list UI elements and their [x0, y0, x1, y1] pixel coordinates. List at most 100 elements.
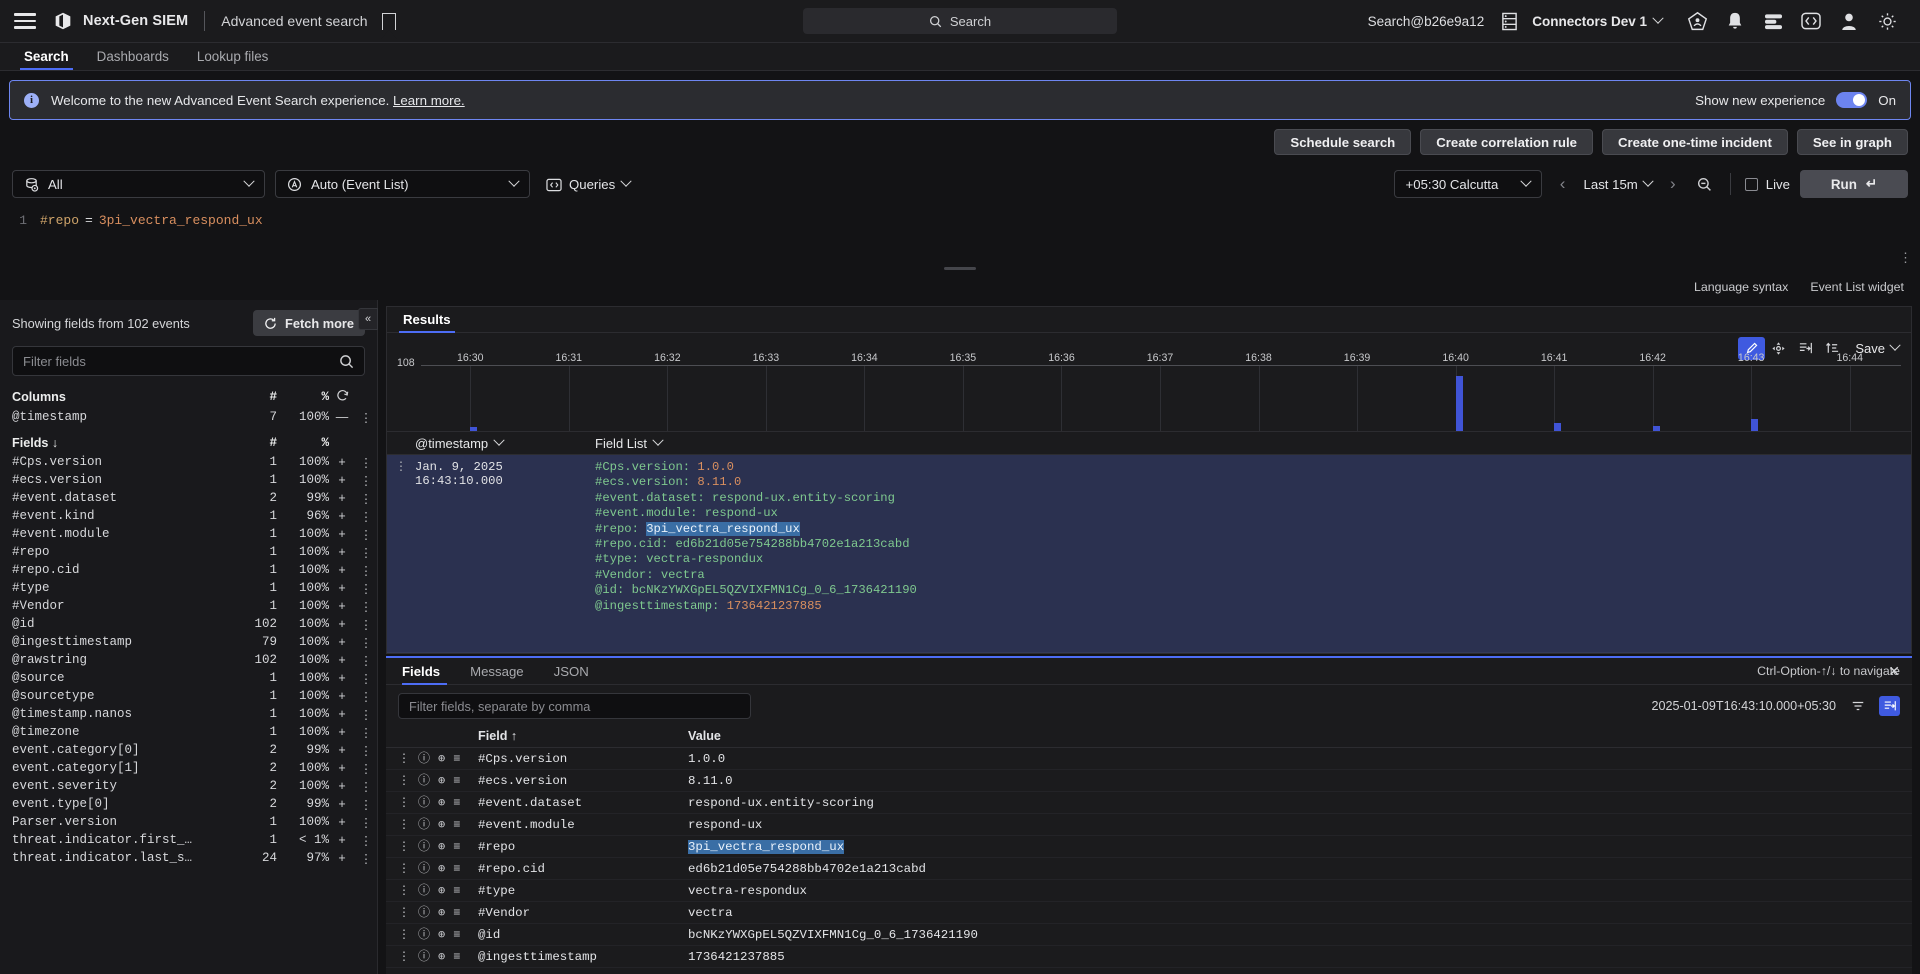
field-row[interactable]: event.category[1]2100%+⋮	[0, 759, 377, 777]
exclude-filter-icon[interactable]: ⓘ	[418, 819, 430, 831]
field-menu-icon[interactable]: ⋮	[355, 509, 377, 524]
tab-json[interactable]: JSON	[539, 658, 604, 684]
tab-results[interactable]: Results	[399, 307, 455, 332]
row-menu-icon[interactable]: ⋮	[398, 907, 410, 919]
include-filter-icon[interactable]: ⊕	[438, 885, 445, 897]
detail-field-value[interactable]: 8.11.0	[688, 774, 1912, 788]
previous-range-button[interactable]: ‹	[1552, 172, 1574, 196]
add-field-icon[interactable]: +	[329, 725, 355, 739]
add-field-icon[interactable]: +	[329, 563, 355, 577]
field-row[interactable]: @timestamp.nanos1100%+⋮	[0, 705, 377, 723]
include-filter-icon[interactable]: ⊕	[438, 753, 445, 765]
add-field-icon[interactable]: +	[329, 617, 355, 631]
include-filter-icon[interactable]: ⊕	[438, 907, 445, 919]
exclude-filter-icon[interactable]: ⓘ	[418, 753, 430, 765]
detail-field-value[interactable]: 1736421237885	[688, 950, 1912, 964]
detail-field-value[interactable]: 3pi_vectra_respond_ux	[688, 840, 1912, 854]
tab-fields[interactable]: Fields	[398, 658, 455, 684]
exclude-filter-icon[interactable]: ⓘ	[418, 885, 430, 897]
event-col-fieldlist[interactable]: Field List	[595, 436, 662, 451]
next-range-button[interactable]: ›	[1662, 172, 1684, 196]
field-menu-icon[interactable]: ⋮	[355, 761, 377, 776]
detail-table-row[interactable]: ⋮ⓘ⊕≡#event.datasetrespond-ux.entity-scor…	[386, 792, 1912, 814]
field-menu-icon[interactable]: ⋮	[355, 743, 377, 758]
include-filter-icon[interactable]: ⊕	[438, 841, 445, 853]
exclude-filter-icon[interactable]: ⓘ	[418, 863, 430, 875]
show-values-icon[interactable]: ≡	[453, 775, 460, 787]
row-menu-icon[interactable]: ⋮	[398, 841, 410, 853]
event-field-value[interactable]: respond-ux	[705, 506, 778, 520]
detail-table-row[interactable]: ⋮ⓘ⊕≡#ecs.version8.11.0	[386, 770, 1912, 792]
hamburger-icon[interactable]	[14, 13, 36, 29]
add-field-icon[interactable]: +	[329, 851, 355, 865]
field-row[interactable]: #repo.cid1100%+⋮	[0, 561, 377, 579]
remove-column-icon[interactable]: —	[329, 410, 355, 424]
run-button[interactable]: Run ↵	[1800, 170, 1908, 198]
field-row[interactable]: #Vendor1100%+⋮	[0, 597, 377, 615]
repository-selector[interactable]: All	[12, 170, 265, 198]
editor-resize-handle[interactable]	[944, 267, 976, 270]
field-menu-icon[interactable]: ⋮	[355, 527, 377, 542]
field-row[interactable]: threat.indicator.first_…1< 1%+⋮	[0, 831, 377, 849]
detail-table-row[interactable]: ⋮ⓘ⊕≡#event.modulerespond-ux	[386, 814, 1912, 836]
exclude-filter-icon[interactable]: ⓘ	[418, 841, 430, 853]
code-icon[interactable]	[1792, 6, 1830, 36]
chart-bar[interactable]	[1456, 376, 1463, 431]
detail-field-value[interactable]: ed6b21d05e754288bb4702e1a213cabd	[688, 862, 1912, 876]
show-values-icon[interactable]: ≡	[453, 907, 460, 919]
field-row[interactable]: @ingesttimestamp79100%+⋮	[0, 633, 377, 651]
event-field-value[interactable]: vectra	[661, 568, 705, 582]
field-row[interactable]: Parser.version1100%+⋮	[0, 813, 377, 831]
row-menu-icon[interactable]: ⋮	[398, 775, 410, 787]
add-field-icon[interactable]: +	[329, 761, 355, 775]
add-field-icon[interactable]: +	[329, 455, 355, 469]
learn-more-link[interactable]: Learn more.	[393, 93, 465, 108]
detail-field-value[interactable]: 1.0.0	[688, 752, 1912, 766]
user-icon[interactable]	[1830, 6, 1868, 36]
detail-table-row[interactable]: ⋮ⓘ⊕≡#typevectra-respondux	[386, 880, 1912, 902]
event-list-widget-link[interactable]: Event List widget	[1810, 280, 1904, 294]
shield-icon[interactable]	[1678, 6, 1716, 36]
column-row-timestamp[interactable]: @timestamp 7 100% — ⋮	[0, 408, 377, 426]
row-menu-icon[interactable]: ⋮	[398, 885, 410, 897]
field-menu-icon[interactable]: ⋮	[355, 851, 377, 866]
export-icon[interactable]	[1792, 337, 1819, 360]
see-in-graph-button[interactable]: See in graph	[1797, 129, 1908, 155]
field-row[interactable]: @rawstring102100%+⋮	[0, 651, 377, 669]
field-row[interactable]: @source1100%+⋮	[0, 669, 377, 687]
exclude-filter-icon[interactable]: ⓘ	[418, 929, 430, 941]
event-field-value[interactable]: 1736421237885	[727, 599, 822, 613]
detail-export-icon[interactable]	[1879, 696, 1900, 716]
detail-filter-input[interactable]: Filter fields, separate by comma	[398, 693, 751, 719]
detail-table-row[interactable]: ⋮ⓘ⊕≡@idbcNKzYWXGpEL5QZVIXFMN1Cg_0_6_1736…	[386, 924, 1912, 946]
field-menu-icon[interactable]: ⋮	[355, 707, 377, 722]
field-row[interactable]: event.severity2100%+⋮	[0, 777, 377, 795]
close-icon[interactable]: ✕	[1888, 663, 1900, 680]
field-menu-icon[interactable]: ⋮	[355, 833, 377, 848]
row-menu-icon[interactable]: ⋮	[398, 863, 410, 875]
event-field-value[interactable]: respond-ux.entity-scoring	[712, 491, 895, 505]
add-field-icon[interactable]: +	[329, 509, 355, 523]
create-one-time-incident-button[interactable]: Create one-time incident	[1602, 129, 1788, 155]
field-menu-icon[interactable]: ⋮	[355, 797, 377, 812]
include-filter-icon[interactable]: ⊕	[438, 819, 445, 831]
field-menu-icon[interactable]: ⋮	[355, 581, 377, 596]
global-search-input[interactable]: Search	[803, 8, 1117, 34]
detail-table-row[interactable]: ⋮ⓘ⊕≡#Vendorvectra	[386, 902, 1912, 924]
field-row[interactable]: @timezone1100%+⋮	[0, 723, 377, 741]
field-menu-icon[interactable]: ⋮	[355, 671, 377, 686]
detail-field-value[interactable]: respond-ux.entity-scoring	[688, 796, 1912, 810]
detail-table-row[interactable]: ⋮ⓘ⊕≡#repo3pi_vectra_respond_ux	[386, 836, 1912, 858]
include-filter-icon[interactable]: ⊕	[438, 929, 445, 941]
field-menu-icon[interactable]: ⋮	[355, 545, 377, 560]
show-values-icon[interactable]: ≡	[453, 753, 460, 765]
include-filter-icon[interactable]: ⊕	[438, 951, 445, 963]
field-menu-icon[interactable]: ⋮	[355, 653, 377, 668]
add-field-icon[interactable]: +	[329, 473, 355, 487]
chart-bar[interactable]	[470, 427, 477, 431]
language-syntax-link[interactable]: Language syntax	[1694, 280, 1788, 294]
detail-table-row[interactable]: ⋮ⓘ⊕≡@ingesttimestamp1736421237885	[386, 946, 1912, 968]
event-field-value[interactable]: 8.11.0	[697, 475, 741, 489]
event-field-value[interactable]: bcNKzYWXGpEL5QZVIXFMN1Cg_0_6_1736421190	[632, 583, 917, 597]
add-field-icon[interactable]: +	[329, 797, 355, 811]
